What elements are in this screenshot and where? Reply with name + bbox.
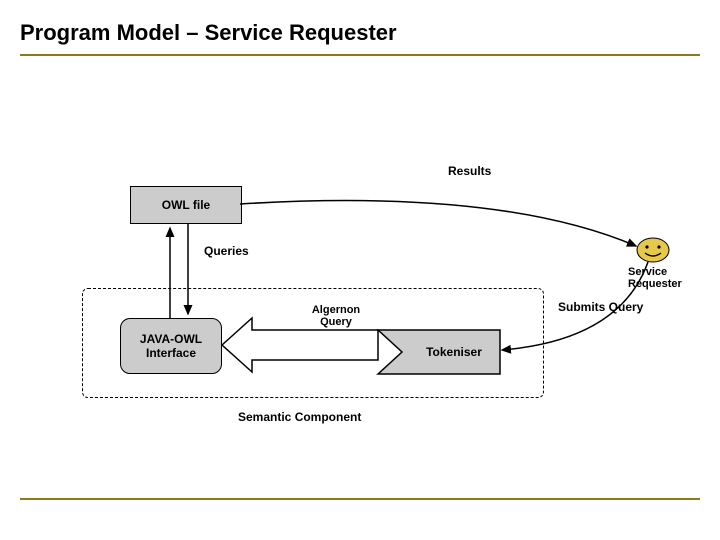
- label-semantic-component: Semantic Component: [238, 410, 361, 424]
- label-service-requester: Service Requester: [628, 266, 682, 290]
- slide: Program Model – Service Requester Result…: [0, 0, 720, 540]
- arrow-submits-query: [0, 0, 720, 540]
- service-requester-icon: [636, 236, 670, 264]
